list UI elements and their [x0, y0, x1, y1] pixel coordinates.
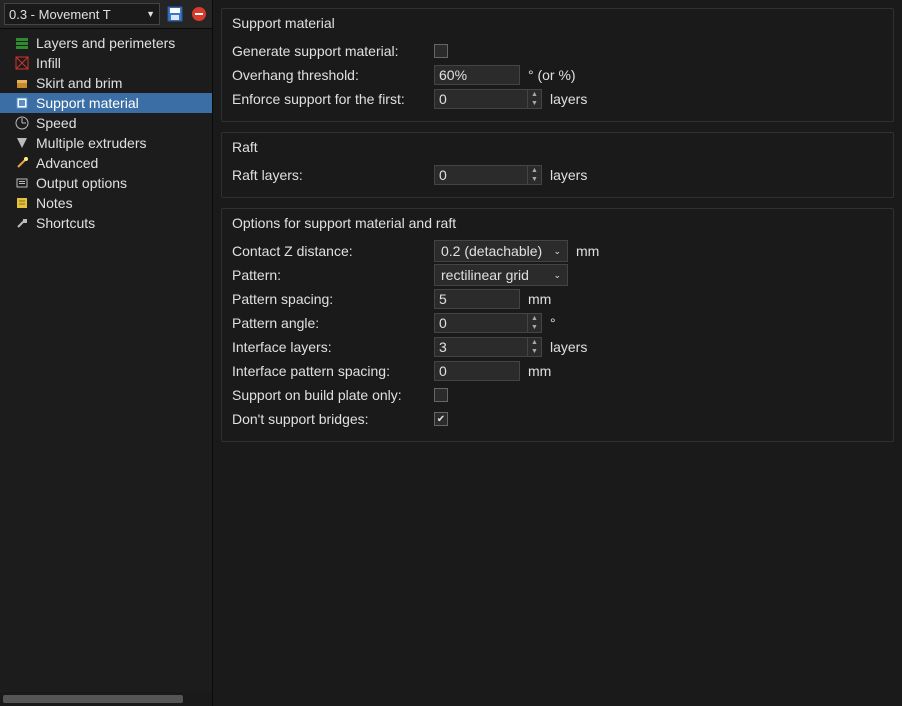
- pattern-spacing-input[interactable]: [434, 289, 520, 309]
- sidebar-item-advanced[interactable]: Advanced: [0, 153, 212, 173]
- interface-spacing-label: Interface pattern spacing:: [232, 363, 428, 379]
- contactz-unit: mm: [576, 243, 599, 259]
- sidebar-item-label: Output options: [36, 175, 127, 191]
- output-icon: [14, 175, 30, 191]
- interface-layers-label: Interface layers:: [232, 339, 428, 355]
- iflayers-unit: layers: [550, 339, 587, 355]
- raft-unit: layers: [550, 167, 587, 183]
- main-panel: Support material Generate support materi…: [213, 0, 902, 706]
- plate-only-checkbox[interactable]: [434, 388, 448, 402]
- group-support-material: Support material Generate support materi…: [221, 8, 894, 122]
- no-bridges-checkbox[interactable]: ✔: [434, 412, 448, 426]
- spin-up-icon[interactable]: ▲: [528, 314, 541, 323]
- generate-support-label: Generate support material:: [232, 43, 428, 59]
- spin-up-icon[interactable]: ▲: [528, 90, 541, 99]
- contact-z-select[interactable]: 0.2 (detachable) ⌄: [434, 240, 568, 262]
- sidebar-item-label: Skirt and brim: [36, 75, 122, 91]
- sidebar-item-multiple-extruders[interactable]: Multiple extruders: [0, 133, 212, 153]
- spin-up-icon[interactable]: ▲: [528, 166, 541, 175]
- interface-layers-input[interactable]: ▲▼: [434, 337, 542, 357]
- group-title: Raft: [232, 139, 883, 155]
- contact-z-label: Contact Z distance:: [232, 243, 428, 259]
- spin-down-icon[interactable]: ▼: [528, 347, 541, 356]
- sidebar-item-label: Layers and perimeters: [36, 35, 175, 51]
- group-raft: Raft Raft layers: ▲▼ layers: [221, 132, 894, 198]
- nav-list: Layers and perimeters Infill Skirt and bri…: [0, 29, 212, 692]
- raft-layers-input[interactable]: ▲▼: [434, 165, 542, 185]
- sidebar-item-speed[interactable]: Speed: [0, 113, 212, 133]
- sidebar-item-label: Infill: [36, 55, 61, 71]
- enforce-support-label: Enforce support for the first:: [232, 91, 428, 107]
- pattern-angle-input[interactable]: ▲▼: [434, 313, 542, 333]
- overhang-threshold-label: Overhang threshold:: [232, 67, 428, 83]
- dropdown-triangle-icon: ▼: [146, 9, 155, 19]
- sidebar-header: 0.3 - Movement T ▼: [0, 0, 212, 29]
- spacing-unit: mm: [528, 291, 551, 307]
- delete-button[interactable]: [190, 5, 208, 23]
- spin-down-icon[interactable]: ▼: [528, 99, 541, 108]
- chevron-down-icon: ⌄: [553, 246, 561, 257]
- sidebar-item-label: Notes: [36, 195, 73, 211]
- sidebar-item-output-options[interactable]: Output options: [0, 173, 212, 193]
- pattern-angle-label: Pattern angle:: [232, 315, 428, 331]
- pattern-label: Pattern:: [232, 267, 428, 283]
- notes-icon: [14, 195, 30, 211]
- no-bridges-label: Don't support bridges:: [232, 411, 428, 427]
- save-button[interactable]: [166, 5, 184, 23]
- spin-down-icon[interactable]: ▼: [528, 175, 541, 184]
- enforce-support-input[interactable]: ▲▼: [434, 89, 542, 109]
- scrollbar-thumb[interactable]: [3, 695, 183, 703]
- generate-support-checkbox[interactable]: [434, 44, 448, 58]
- extruders-icon: [14, 135, 30, 151]
- overhang-threshold-input[interactable]: [434, 65, 520, 85]
- sidebar-item-layers-and-perimeters[interactable]: Layers and perimeters: [0, 33, 212, 53]
- sidebar: 0.3 - Movement T ▼ Layers and perimeters…: [0, 0, 213, 706]
- group-title: Support material: [232, 15, 883, 31]
- profile-name: 0.3 - Movement T: [9, 7, 111, 22]
- sidebar-item-label: Advanced: [36, 155, 98, 171]
- angle-unit: °: [550, 315, 556, 331]
- spin-down-icon[interactable]: ▼: [528, 323, 541, 332]
- sidebar-item-infill[interactable]: Infill: [0, 53, 212, 73]
- raft-layers-label: Raft layers:: [232, 167, 428, 183]
- sidebar-item-shortcuts[interactable]: Shortcuts: [0, 213, 212, 233]
- advanced-icon: [14, 155, 30, 171]
- sidebar-item-skirt-and-brim[interactable]: Skirt and brim: [0, 73, 212, 93]
- sidebar-item-support-material[interactable]: Support material: [0, 93, 212, 113]
- interface-spacing-input[interactable]: [434, 361, 520, 381]
- pattern-select[interactable]: rectilinear grid ⌄: [434, 264, 568, 286]
- layers-icon: [14, 35, 30, 51]
- spin-up-icon[interactable]: ▲: [528, 338, 541, 347]
- infill-icon: [14, 55, 30, 71]
- ifspacing-unit: mm: [528, 363, 551, 379]
- pattern-spacing-label: Pattern spacing:: [232, 291, 428, 307]
- chevron-down-icon: ⌄: [553, 270, 561, 281]
- sidebar-item-notes[interactable]: Notes: [0, 193, 212, 213]
- sidebar-scrollbar[interactable]: [0, 692, 212, 706]
- skirt-icon: [14, 75, 30, 91]
- sidebar-item-label: Speed: [36, 115, 76, 131]
- enforce-unit: layers: [550, 91, 587, 107]
- shortcuts-icon: [14, 215, 30, 231]
- plate-only-label: Support on build plate only:: [232, 387, 428, 403]
- overhang-unit: ° (or %): [528, 67, 576, 83]
- group-title: Options for support material and raft: [232, 215, 883, 231]
- sidebar-item-label: Support material: [36, 95, 139, 111]
- group-options: Options for support material and raft Co…: [221, 208, 894, 442]
- sidebar-item-label: Multiple extruders: [36, 135, 147, 151]
- sidebar-item-label: Shortcuts: [36, 215, 95, 231]
- profile-selector[interactable]: 0.3 - Movement T ▼: [4, 3, 160, 25]
- speed-icon: [14, 115, 30, 131]
- support-icon: [14, 95, 30, 111]
